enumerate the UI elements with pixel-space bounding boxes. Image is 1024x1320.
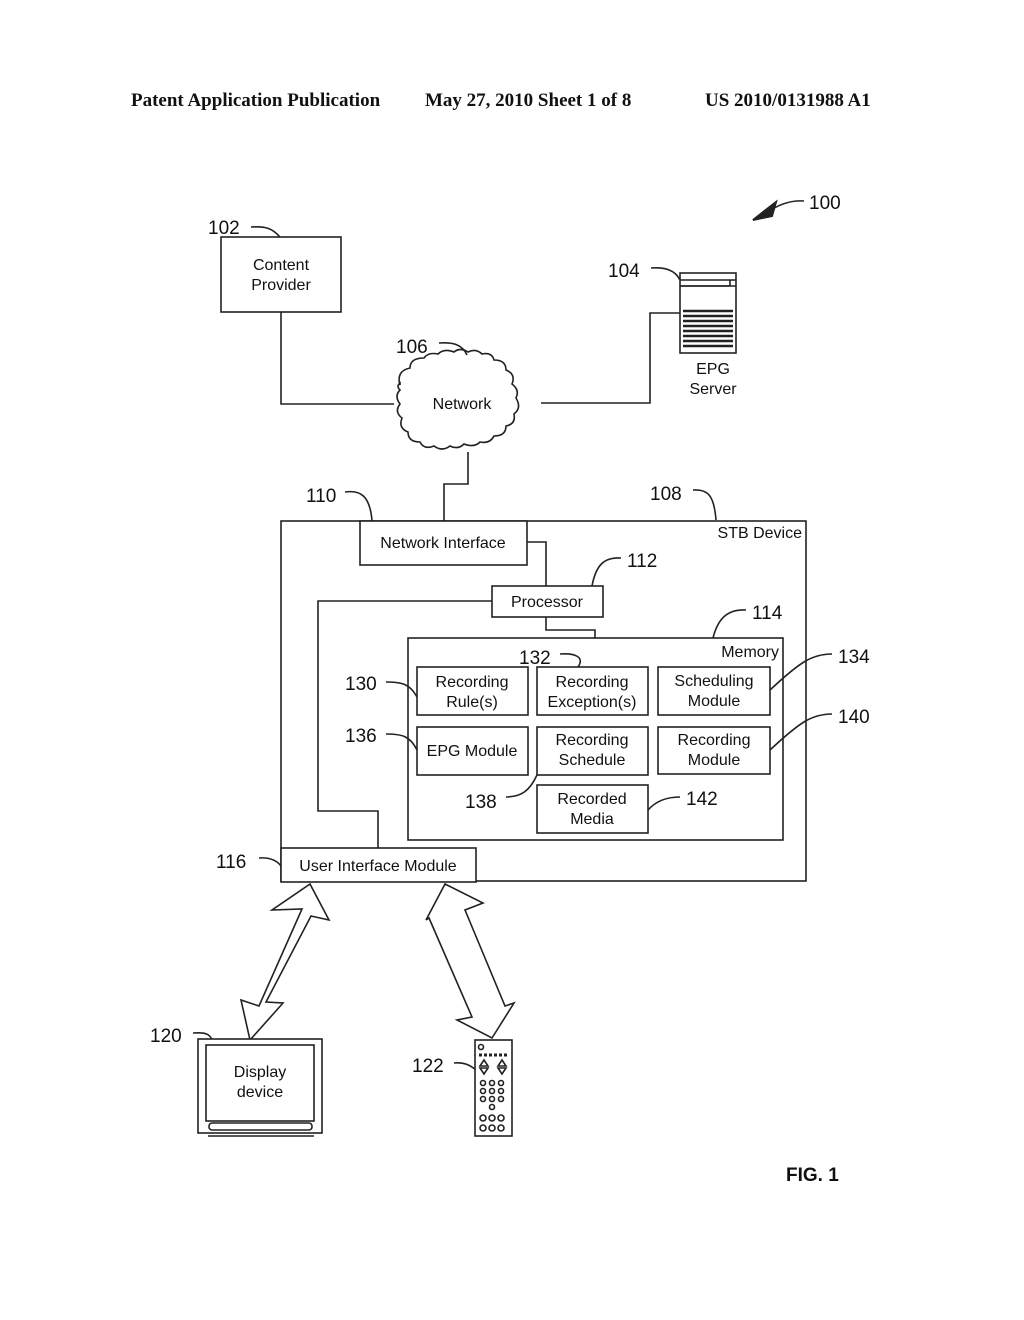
ref-122: 122 xyxy=(412,1056,444,1077)
ref-134: 134 xyxy=(838,647,870,668)
network-label: Network xyxy=(433,396,493,413)
content-provider-node: 102 Content Provider xyxy=(208,218,342,313)
memory-label: Memory xyxy=(721,644,779,661)
scheduling-module-label-1: Scheduling xyxy=(674,673,753,690)
leader-line-104 xyxy=(650,267,681,281)
recording-rules-label-2: Rule(s) xyxy=(446,694,498,711)
network-node: 106 Network xyxy=(396,337,520,450)
ref-110: 110 xyxy=(306,486,336,507)
recorded-media-label-2: Media xyxy=(570,811,614,828)
ref-114: 114 xyxy=(752,603,783,624)
recording-module-label-2: Module xyxy=(688,752,741,769)
ref-112: 112 xyxy=(627,551,657,572)
leader-line-106 xyxy=(438,341,468,356)
recording-schedule-label-1: Recording xyxy=(556,732,629,749)
ref-140: 140 xyxy=(838,707,870,728)
content-provider-label-2: Provider xyxy=(251,277,311,294)
link-network-stb xyxy=(443,452,469,521)
link-network-epg-server xyxy=(541,312,680,404)
recording-rules-label-1: Recording xyxy=(436,674,509,691)
processor-label: Processor xyxy=(511,594,584,611)
display-device-node: 120 Display device xyxy=(150,1026,323,1137)
remote-control-icon xyxy=(474,1039,513,1137)
network-interface-label: Network Interface xyxy=(380,535,505,552)
ref-138: 138 xyxy=(465,792,497,813)
epg-server-label-2: Server xyxy=(689,381,737,398)
leader-line-108 xyxy=(692,489,717,521)
user-interface-module-label: User Interface Module xyxy=(299,858,457,875)
remote-control-node: 122 xyxy=(412,1039,513,1137)
epg-server-node: 104 EPG Server xyxy=(608,261,737,398)
user-interface-module-node: 116 User Interface Module xyxy=(216,847,477,883)
server-icon xyxy=(679,272,737,354)
link-provider-network xyxy=(280,312,394,405)
ref-142: 142 xyxy=(686,789,718,810)
leader-line-116 xyxy=(258,857,282,867)
leader-line-122 xyxy=(453,1062,477,1071)
leader-line-110 xyxy=(344,490,373,522)
ref-104: 104 xyxy=(608,261,640,282)
recording-module-label-1: Recording xyxy=(678,732,751,749)
recording-exceptions-label-1: Recording xyxy=(556,674,629,691)
ref-102: 102 xyxy=(208,218,240,239)
figure-label: FIG. 1 xyxy=(786,1165,839,1186)
leader-line-102 xyxy=(250,225,281,238)
double-arrow-ui-display-icon xyxy=(239,882,331,1042)
ref-116: 116 xyxy=(216,852,246,873)
epg-module-label: EPG Module xyxy=(427,743,518,760)
ref-100: 100 xyxy=(809,193,841,214)
scheduling-module-label-2: Module xyxy=(688,693,741,710)
double-arrow-ui-remote-icon xyxy=(425,882,516,1040)
ref-108: 108 xyxy=(650,484,682,505)
patent-figure: 100 102 Content Provider 106 Network 104 xyxy=(150,193,870,1186)
content-provider-box xyxy=(220,236,342,313)
epg-server-label-1: EPG xyxy=(696,361,730,378)
content-provider-label-1: Content xyxy=(253,257,310,274)
ref-132: 132 xyxy=(519,648,551,669)
ref-130: 130 xyxy=(345,674,377,695)
display-device-label-1: Display xyxy=(234,1064,286,1081)
ref-120: 120 xyxy=(150,1026,182,1047)
ref-136: 136 xyxy=(345,726,377,747)
recording-exceptions-label-2: Exception(s) xyxy=(548,694,637,711)
ref-106: 106 xyxy=(396,337,428,358)
display-device-label-2: device xyxy=(237,1084,283,1101)
recorded-media-label-1: Recorded xyxy=(557,791,626,808)
arrowhead-icon xyxy=(752,199,778,221)
recording-schedule-label-2: Schedule xyxy=(559,752,626,769)
stb-device-label: STB Device xyxy=(718,525,803,542)
system-ref-100: 100 xyxy=(752,193,841,221)
